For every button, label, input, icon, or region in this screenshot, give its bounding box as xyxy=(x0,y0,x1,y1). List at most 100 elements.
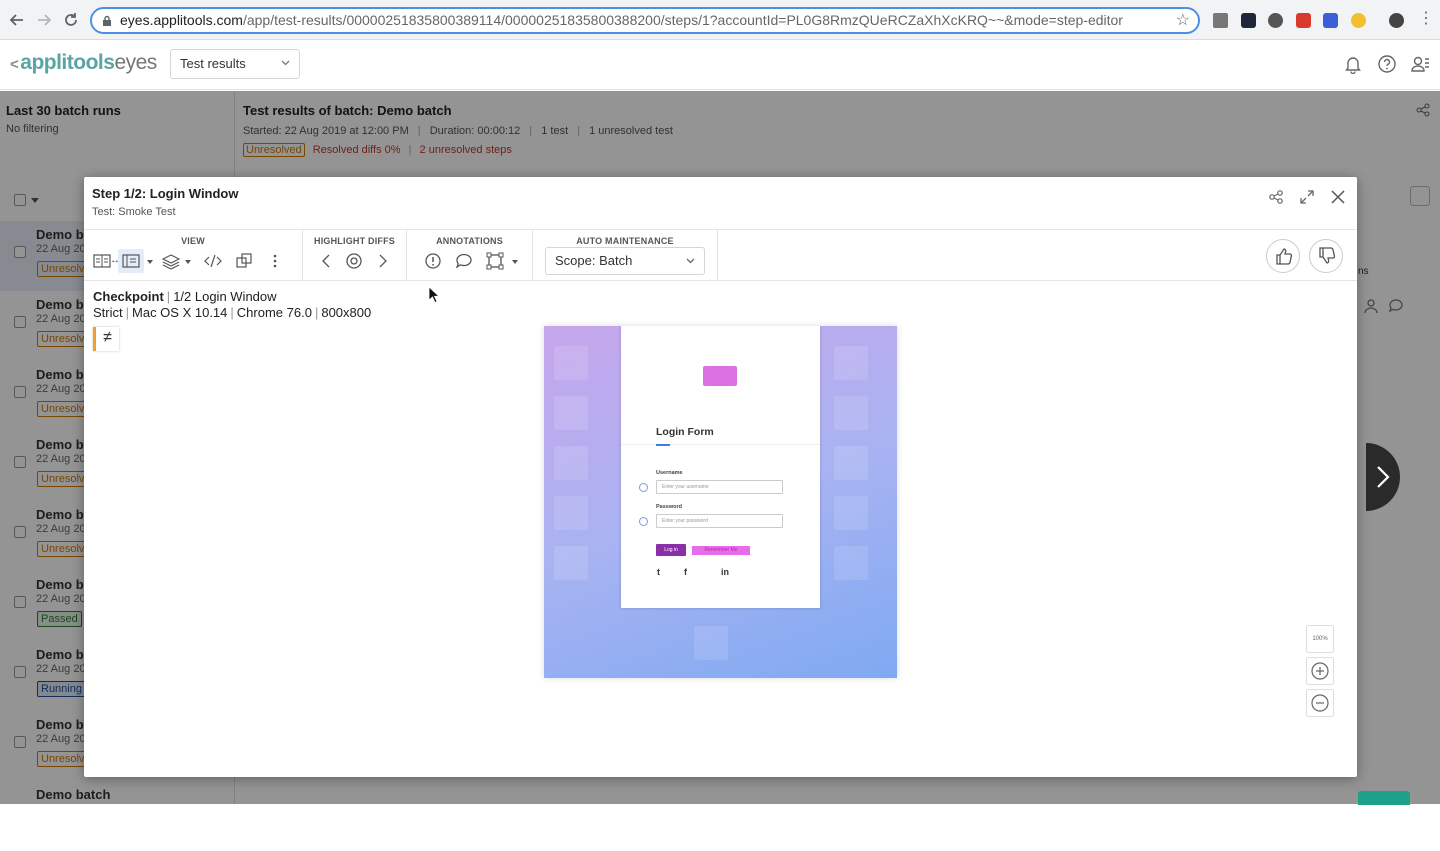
address-bar[interactable]: eyes.applitools.com/app/test-results/000… xyxy=(90,7,1200,34)
background-tile xyxy=(554,546,588,580)
background-tile xyxy=(834,396,868,430)
background-tile xyxy=(554,396,588,430)
highlight-diffs-group: HIGHLIGHT DIFFS xyxy=(303,230,407,281)
url-host: eyes.applitools.com xyxy=(120,12,243,28)
view-group: VIEW ↔ xyxy=(84,230,303,281)
checkpoint-viewport: 800x800 xyxy=(321,305,372,320)
bookmark-star-icon[interactable]: ☆ xyxy=(1176,13,1190,29)
background-tile xyxy=(834,546,868,580)
annotations-label: ANNOTATIONS xyxy=(436,236,503,246)
react-extension-icon[interactable] xyxy=(1241,13,1256,28)
password-label: Password xyxy=(656,504,682,510)
extension-circle-icon[interactable] xyxy=(1268,13,1283,28)
close-icon[interactable] xyxy=(1330,189,1346,205)
share-icon[interactable] xyxy=(1268,189,1284,205)
extension-yellow-icon[interactable] xyxy=(1351,13,1366,28)
twitter-icon: t xyxy=(657,567,660,577)
back-icon[interactable] xyxy=(8,11,26,29)
help-icon[interactable] xyxy=(1377,54,1397,74)
login-form-card: Login Form Username Enter your username … xyxy=(621,326,820,608)
next-diff-icon[interactable] xyxy=(373,252,391,270)
view-select-dropdown[interactable]: Test results xyxy=(170,49,300,79)
match-level: Strict xyxy=(93,305,123,320)
linkedin-icon: in xyxy=(721,567,729,577)
view-group-label: VIEW xyxy=(181,236,205,246)
password-input: Enter your password xyxy=(656,514,783,528)
thumbs-up-icon[interactable] xyxy=(1266,239,1300,273)
chevron-down-icon xyxy=(281,60,290,66)
bell-icon[interactable] xyxy=(1343,54,1363,74)
lock-icon xyxy=(102,15,112,27)
step-test-name: Test: Smoke Test xyxy=(92,206,176,218)
login-button: Log in xyxy=(656,544,686,556)
camera-extension-icon[interactable] xyxy=(1213,13,1228,28)
checkpoint-browser: Chrome 76.0 xyxy=(236,305,312,320)
checkpoint-screenshot[interactable]: Login Form Username Enter your username … xyxy=(544,326,897,678)
title-underline xyxy=(656,444,670,446)
login-form-title: Login Form xyxy=(656,426,714,438)
layers-dropdown-caret-icon[interactable] xyxy=(185,260,191,264)
scope-value: Scope: Batch xyxy=(555,253,633,268)
background-tile xyxy=(554,346,588,380)
logo-sub-text: eyes xyxy=(114,51,157,74)
previous-diff-icon[interactable] xyxy=(318,252,336,270)
zoom-in-icon[interactable] xyxy=(1306,657,1334,685)
logo-diff-highlight xyxy=(703,366,737,386)
highlight-diffs-label: HIGHLIGHT DIFFS xyxy=(314,236,395,246)
extension-red-icon[interactable] xyxy=(1296,13,1311,28)
issue-icon[interactable] xyxy=(424,252,442,270)
browser-toolbar: eyes.applitools.com/app/test-results/000… xyxy=(0,0,1440,40)
username-label: Username xyxy=(656,470,683,476)
side-by-side-icon[interactable] xyxy=(93,252,111,270)
chevron-down-icon xyxy=(686,258,695,264)
user-menu-icon[interactable] xyxy=(1410,54,1430,74)
chat-widget-button[interactable] xyxy=(1358,791,1410,805)
thumbs-down-icon[interactable] xyxy=(1309,239,1343,273)
logo-main-text: applitools xyxy=(20,51,115,74)
auto-maintenance-label: AUTO MAINTENANCE xyxy=(576,236,674,246)
checkpoint-label: Checkpoint xyxy=(93,289,164,304)
checkpoint-os: Mac OS X 10.14 xyxy=(132,305,228,320)
expected-view-icon[interactable] xyxy=(118,249,144,273)
extension-blue-icon[interactable] xyxy=(1323,13,1338,28)
highlight-target-icon[interactable] xyxy=(345,252,363,270)
checkpoint-name: 1/2 Login Window xyxy=(173,289,277,304)
remark-icon[interactable] xyxy=(455,252,473,270)
layers-icon[interactable] xyxy=(162,252,180,270)
username-icon xyxy=(639,483,648,492)
next-step-button[interactable] xyxy=(1366,443,1400,511)
url-path: /app/test-results/00000251835800389114/0… xyxy=(242,12,1123,28)
scope-dropdown[interactable]: Scope: Batch xyxy=(545,247,705,275)
username-input: Enter your username xyxy=(656,480,783,494)
region-dropdown-caret-icon[interactable] xyxy=(512,260,518,264)
zoom-fit-button[interactable]: 100% xyxy=(1306,625,1334,653)
view-dropdown-caret-icon[interactable] xyxy=(147,260,153,264)
background-tile xyxy=(834,346,868,380)
mouse-cursor-icon xyxy=(428,286,440,304)
step-title: Step 1/2: Login Window xyxy=(92,186,239,201)
background-tile xyxy=(834,496,868,530)
browser-menu-icon[interactable]: ⋮ xyxy=(1418,11,1434,27)
code-icon[interactable] xyxy=(204,252,222,270)
more-options-icon[interactable] xyxy=(266,252,284,270)
region-tool-icon[interactable] xyxy=(486,252,504,270)
remember-me-diff-highlight: Remember Me xyxy=(692,546,750,555)
facebook-icon: f xyxy=(684,567,687,577)
password-icon xyxy=(639,517,648,526)
view-select-value: Test results xyxy=(180,56,246,71)
step-toolbar: VIEW ↔ HIGHLIGHT DIFFS ANNOTATIONS AUTO … xyxy=(84,229,1357,281)
copy-region-icon[interactable] xyxy=(235,252,253,270)
divider xyxy=(621,444,820,445)
background-tile xyxy=(554,496,588,530)
profile-avatar-icon[interactable] xyxy=(1389,13,1404,28)
background-tile xyxy=(694,626,728,660)
diff-indicator[interactable]: ≠ xyxy=(93,327,119,351)
auto-maintenance-group: AUTO MAINTENANCE Scope: Batch xyxy=(533,230,718,281)
reload-icon[interactable] xyxy=(62,11,80,29)
zoom-out-icon[interactable] xyxy=(1306,689,1334,717)
applitools-logo[interactable]: <applitoolseyes xyxy=(10,51,157,75)
forward-icon[interactable] xyxy=(35,11,53,29)
expand-icon[interactable] xyxy=(1299,189,1315,205)
checkpoint-info: Checkpoint | 1/2 Login Window Strict | Mac O… xyxy=(93,289,372,320)
background-tile xyxy=(554,446,588,480)
